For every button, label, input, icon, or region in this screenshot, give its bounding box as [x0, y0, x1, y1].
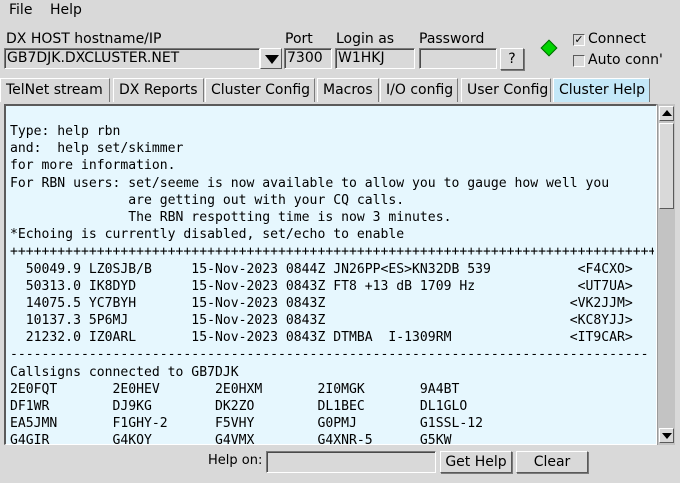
- connection-status-icon: [540, 39, 558, 57]
- help-text-line: 14075.5 YC7BYH 15-Nov-2023 0843Z <VK2JJM…: [10, 295, 633, 311]
- help-text-line: DF1WR DJ9KG DK2ZO DL1BEC DL1GLO: [10, 399, 468, 414]
- help-text-line: 50313.0 IK8DYD 15-Nov-2023 0843Z FT8 +13…: [10, 278, 633, 294]
- tab-telnet-stream[interactable]: TelNet stream: [0, 78, 110, 102]
- help-text-scrollbar[interactable]: [657, 104, 675, 445]
- help-text-line: Callsigns connected to GB7DJK: [10, 364, 239, 380]
- help-text-line: ++++++++++++++++++++++++++++++++++++++++…: [10, 244, 654, 260]
- help-text-line: For RBN users: set/seeme is now availabl…: [10, 175, 610, 191]
- scroll-up-button[interactable]: [659, 106, 674, 121]
- tab-bar: TelNet stream DX Reports Cluster Config …: [0, 78, 680, 102]
- menu-file[interactable]: File: [9, 2, 32, 18]
- help-text-line: for more information.: [10, 158, 176, 174]
- clear-button[interactable]: Clear: [516, 451, 588, 473]
- help-text-line: *Echoing is currently disabled, set/echo…: [10, 227, 405, 243]
- host-label: DX HOST hostname/IP: [6, 31, 162, 47]
- tab-macros[interactable]: Macros: [317, 78, 379, 102]
- help-text-line: 2E0FQT 2E0HEV 2E0HXM 2I0MGK 9A4BT: [10, 381, 460, 397]
- tab-user-config[interactable]: User Config: [461, 78, 551, 102]
- port-label: Port: [285, 31, 313, 47]
- help-text-line: 50049.9 LZ0SJB/B 15-Nov-2023 0844Z JN26P…: [10, 261, 633, 277]
- menu-bar: File Help: [0, 0, 680, 22]
- help-on-input[interactable]: [266, 451, 436, 473]
- tab-io-config[interactable]: I/O config: [380, 78, 458, 102]
- help-text-line: and: help set/skimmer: [10, 141, 184, 157]
- help-text-line: EA5JMN F1GHY-2 F5VHY G0PMJ G1SSL-12: [10, 416, 483, 432]
- password-input[interactable]: [419, 48, 497, 69]
- login-label: Login as: [336, 31, 395, 47]
- help-text-line: ----------------------------------------…: [10, 347, 649, 363]
- port-input[interactable]: 7300: [284, 48, 332, 69]
- tab-cluster-config[interactable]: Cluster Config: [205, 78, 315, 102]
- cluster-help-text-area[interactable]: Type: help rbn and: help set/skimmer for m…: [4, 104, 657, 445]
- help-text-line: G4GIR G4KQY G4VMX G4XNR-5 G5KW: [10, 433, 452, 445]
- help-text-line: The RBN respotting time is now 3 minutes…: [10, 209, 452, 225]
- connect-checkbox[interactable]: ✓: [573, 34, 585, 46]
- password-label: Password: [419, 31, 485, 47]
- help-question-button[interactable]: ?: [500, 48, 524, 70]
- host-dropdown-button[interactable]: [260, 48, 282, 69]
- help-text-line: Type: help rbn: [10, 124, 121, 139]
- scroll-down-button[interactable]: [659, 428, 674, 443]
- scroll-thumb[interactable]: [659, 123, 674, 209]
- tab-dx-reports[interactable]: DX Reports: [113, 78, 204, 102]
- auto-connect-label: Auto conn': [588, 52, 663, 68]
- auto-connect-checkbox[interactable]: [573, 55, 585, 67]
- help-on-label: Help on:: [208, 453, 263, 468]
- help-text-line: 10137.3 5P6MJ 15-Nov-2023 0843Z <KC8YJJ>: [10, 313, 633, 329]
- help-text-line: are getting out with your CQ calls.: [10, 192, 405, 208]
- connect-label: Connect: [588, 31, 646, 47]
- get-help-button[interactable]: Get Help: [440, 451, 512, 473]
- help-text-line: 21232.0 IZ0ARL 15-Nov-2023 0843Z DTMBA I…: [10, 330, 633, 346]
- help-text-content: Type: help rbn and: help set/skimmer for m…: [10, 123, 654, 445]
- host-combo-input[interactable]: GB7DJK.DXCLUSTER.NET: [4, 48, 260, 69]
- tab-cluster-help[interactable]: Cluster Help: [553, 78, 650, 102]
- menu-help[interactable]: Help: [50, 2, 82, 18]
- login-input[interactable]: W1HKJ: [335, 48, 415, 69]
